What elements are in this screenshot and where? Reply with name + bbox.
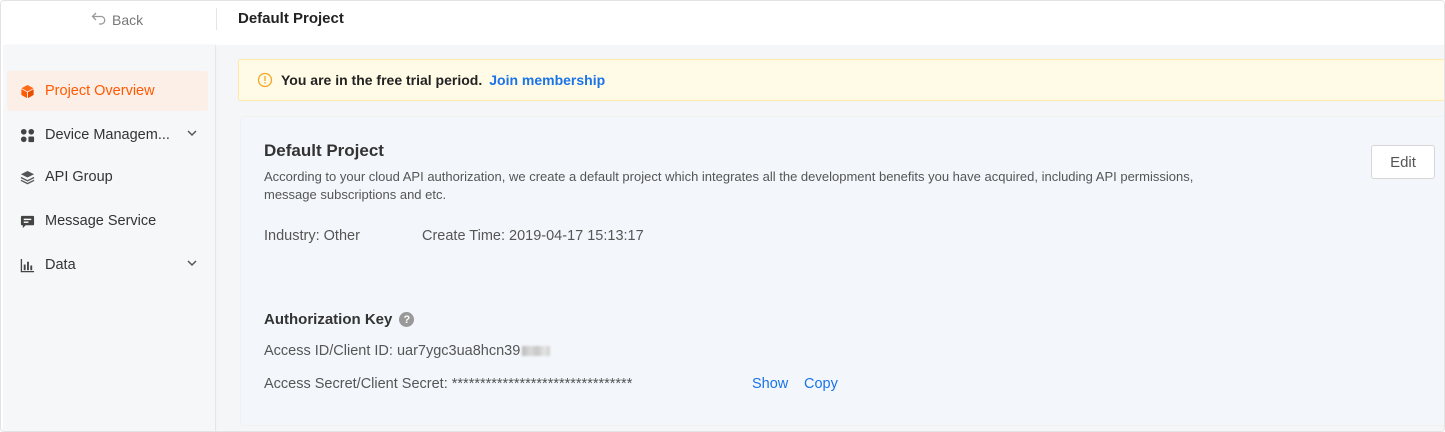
access-secret-value: ******************************** — [451, 376, 633, 392]
authorization-key-heading: Authorization Key ? — [264, 311, 415, 328]
sidebar-item-label: API Group — [45, 169, 113, 185]
sidebar-item-data[interactable]: Data — [7, 245, 208, 285]
copy-secret-link[interactable]: Copy — [804, 376, 838, 392]
project-card: Default Project According to your cloud … — [241, 117, 1444, 425]
top-bar: Back Default Project — [1, 1, 1444, 45]
access-secret-label: Access Secret/Client Secret: — [264, 376, 452, 392]
show-secret-link[interactable]: Show — [752, 376, 788, 392]
main-content: You are in the free trial period. Join m… — [217, 45, 1444, 431]
page-title: Default Project — [238, 10, 344, 27]
grid-icon — [19, 127, 35, 143]
bar-chart-icon — [19, 257, 35, 273]
cube-icon — [19, 83, 35, 99]
project-description: According to your cloud API authorizatio… — [264, 169, 1194, 202]
back-label: Back — [112, 11, 144, 28]
app-window: Back Default Project Project Overview De… — [0, 0, 1445, 432]
sidebar-item-api-group[interactable]: API Group — [7, 157, 208, 197]
access-id-label: Access ID/Client ID: — [264, 343, 397, 359]
chevron-down-icon[interactable] — [186, 257, 198, 269]
industry-field: Industry: Other — [264, 228, 360, 244]
message-icon — [19, 213, 35, 229]
sidebar-item-label: Device Managem... — [45, 127, 170, 143]
access-id-value: uar7ygc3ua8hcn39 — [396, 343, 521, 359]
divider — [216, 8, 217, 30]
project-name: Default Project — [264, 141, 384, 160]
access-id-row: Access ID/Client ID: uar7ygc3ua8hcn39 — [264, 343, 551, 359]
trial-notice-banner: You are in the free trial period. Join m… — [238, 59, 1444, 101]
sidebar-item-label: Data — [45, 257, 76, 273]
join-membership-link[interactable]: Join membership — [489, 72, 605, 88]
chevron-down-icon[interactable] — [186, 127, 198, 139]
back-arrow-icon — [91, 11, 107, 28]
access-secret-row: Access Secret/Client Secret: ***********… — [264, 376, 632, 392]
layers-icon — [19, 169, 35, 185]
sidebar-item-device-management[interactable]: Device Managem... — [7, 115, 208, 155]
edit-button[interactable]: Edit — [1371, 145, 1435, 179]
help-icon[interactable]: ? — [399, 312, 415, 327]
back-button[interactable]: Back — [91, 11, 143, 28]
sidebar: Project Overview Device Managem... API G… — [3, 45, 216, 431]
sidebar-item-label: Project Overview — [45, 83, 155, 99]
sidebar-item-project-overview[interactable]: Project Overview — [7, 71, 208, 111]
warning-icon — [257, 72, 273, 88]
authorization-key-title: Authorization Key — [264, 311, 393, 328]
sidebar-item-label: Message Service — [45, 213, 157, 229]
create-time-field: Create Time: 2019-04-17 15:13:17 — [422, 228, 644, 244]
sidebar-item-message-service[interactable]: Message Service — [7, 201, 208, 241]
redacted-mask — [522, 346, 551, 356]
notice-text: You are in the free trial period. — [281, 72, 483, 88]
